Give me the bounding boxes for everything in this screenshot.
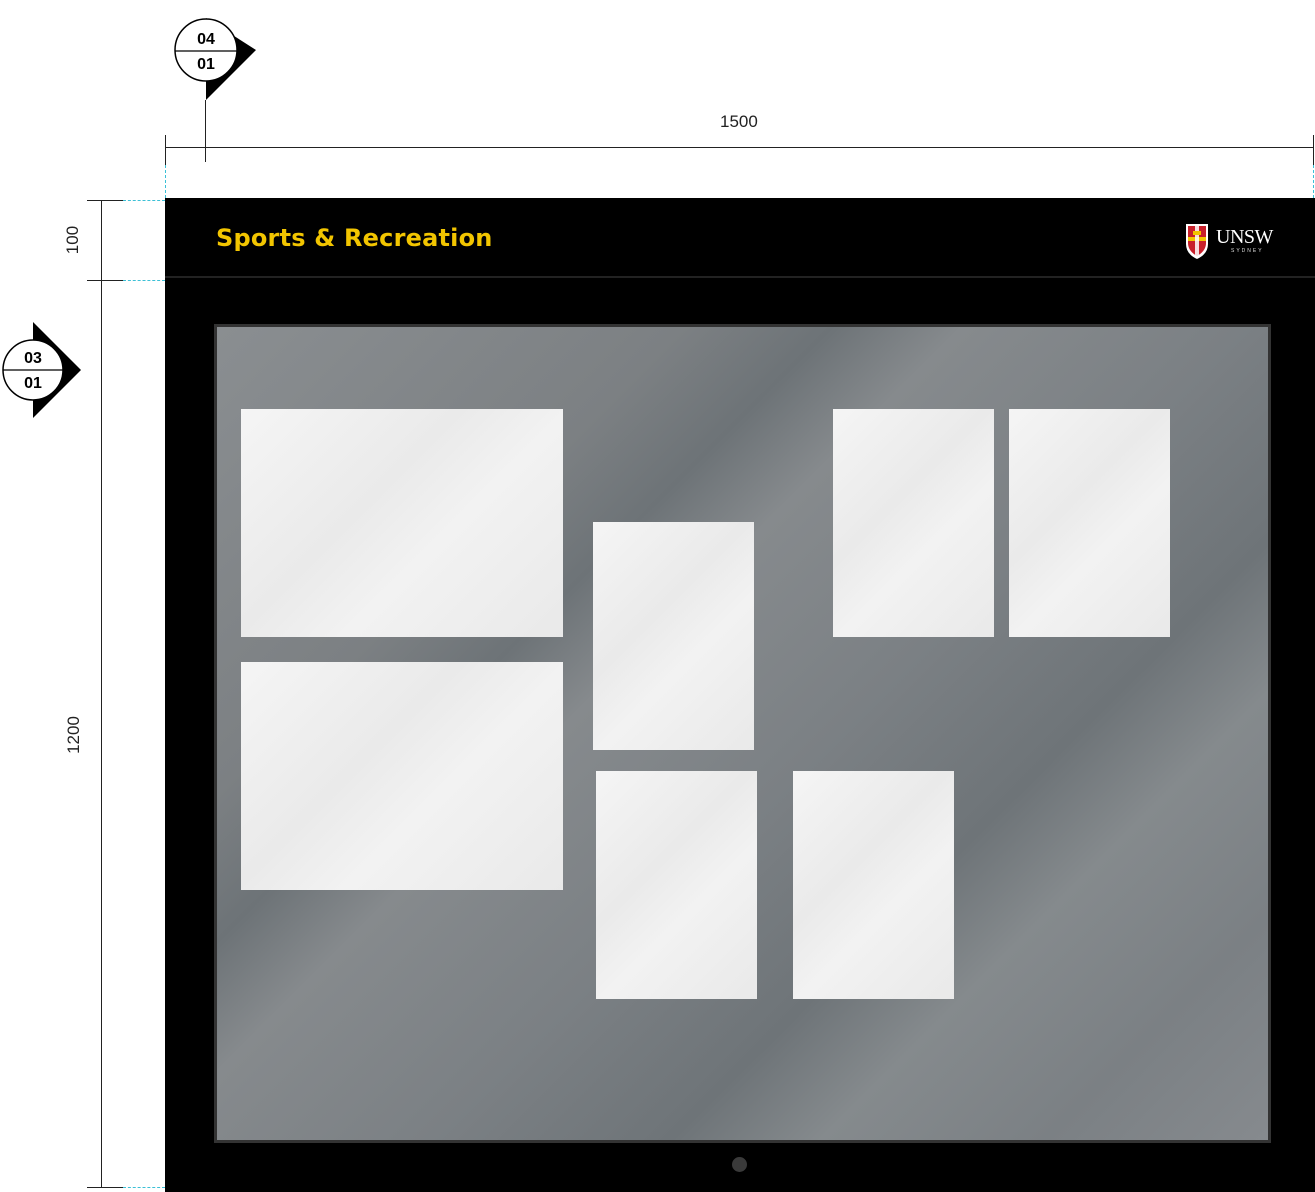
lock-icon bbox=[732, 1157, 747, 1172]
height-tick-top bbox=[87, 200, 123, 201]
callout-marker-icon bbox=[2, 322, 81, 418]
logo-subtitle: SYDNEY bbox=[1231, 248, 1264, 254]
poster-landscape-2 bbox=[241, 662, 563, 890]
poster-portrait-4 bbox=[833, 409, 994, 637]
height-guide-bottom bbox=[123, 1187, 165, 1188]
poster-portrait-2 bbox=[596, 771, 757, 999]
header-bar: Sports & Recreation UNSW SYDNEY bbox=[165, 198, 1315, 278]
poster-landscape-1 bbox=[241, 409, 563, 637]
callout-top-number: 04 bbox=[197, 31, 215, 48]
height-guide-mid bbox=[123, 280, 165, 281]
width-tick-left bbox=[165, 135, 166, 165]
height-tick-bottom bbox=[87, 1187, 123, 1188]
poster-portrait-5 bbox=[1009, 409, 1170, 637]
callout-bottom-number: 01 bbox=[24, 375, 42, 392]
height-tick-mid bbox=[87, 280, 123, 281]
callout-bottom-number: 01 bbox=[197, 56, 215, 73]
callout-leader-line bbox=[205, 100, 206, 162]
body-height-label: 1200 bbox=[64, 716, 83, 754]
poster-portrait-1 bbox=[593, 522, 754, 750]
width-dimension-label: 1500 bbox=[720, 112, 758, 131]
width-guide-left bbox=[165, 165, 166, 198]
height-guide-top bbox=[123, 200, 165, 201]
header-height-label: 100 bbox=[63, 225, 82, 255]
height-dimension-line bbox=[101, 200, 102, 1188]
unsw-logo: UNSW SYDNEY bbox=[1184, 222, 1279, 262]
width-tick-right bbox=[1313, 135, 1314, 165]
section-callout-03: 03 01 bbox=[2, 322, 86, 420]
poster-portrait-3 bbox=[793, 771, 954, 999]
noticeboard-cabinet: Sports & Recreation UNSW SYDNEY bbox=[165, 198, 1315, 1192]
callout-top-number: 03 bbox=[24, 350, 42, 367]
sign-title: Sports & Recreation bbox=[216, 224, 493, 252]
section-callout-04: 04 01 bbox=[174, 14, 258, 104]
width-guide-right bbox=[1313, 165, 1314, 198]
logo-wordmark: UNSW bbox=[1216, 226, 1273, 248]
width-dimension-line bbox=[165, 147, 1313, 148]
pinboard-panel bbox=[214, 324, 1271, 1143]
unsw-crest-icon bbox=[1186, 224, 1208, 259]
